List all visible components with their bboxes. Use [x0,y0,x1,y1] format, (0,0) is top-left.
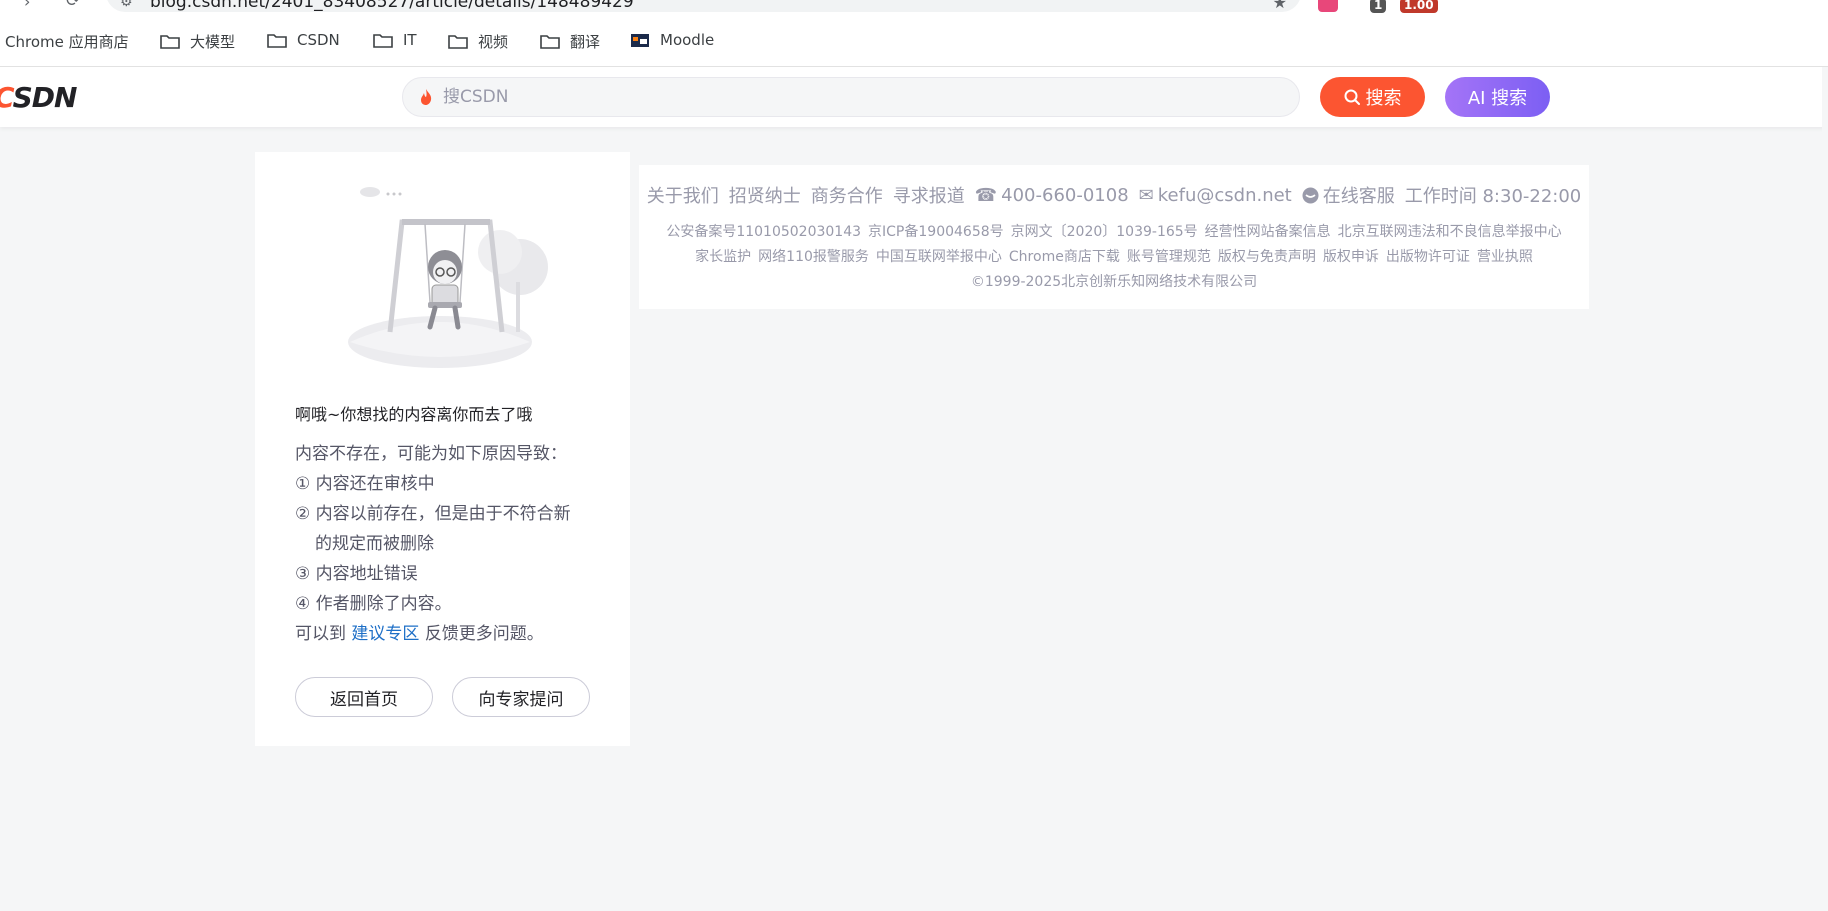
footer-contact-row: 关于我们 招贤纳士 商务合作 寻求报道 ☎ 400-660-0108 ✉ kef… [639,182,1589,208]
url-text[interactable]: blog.csdn.net/2401_83408527/article/deta… [150,0,634,12]
extension-badge[interactable]: 1.00 [1400,0,1438,13]
footer-link[interactable]: 营业执照 [1477,246,1533,266]
bookmark-label: CSDN [297,31,340,49]
feedback-prefix: 可以到 [295,624,346,644]
footer-links-row: 家长监护 网络110报警服务 中国互联网举报中心 Chrome商店下载 账号管理… [639,246,1589,266]
copyright: ©1999-2025北京创新乐知网络技术有限公司 [970,274,1258,290]
feedback-suffix: 反馈更多问题。 [424,624,544,644]
site-header: CSDN 搜索 AI 搜索 [0,67,1828,127]
bookmarks-bar: Chrome 应用商店 大模型 CSDN IT 视频 翻译 Moodle [0,24,1828,58]
extension-icon[interactable] [1318,0,1338,12]
swing-illustration-icon [348,187,548,368]
bookmark-folder-translate[interactable]: 翻译 [540,31,600,52]
bookmark-folder-video[interactable]: 视频 [448,31,508,52]
folder-icon [448,35,468,49]
site-info-icon[interactable]: ⚙ [120,0,133,10]
mail-icon: ✉ [1138,184,1154,206]
bookmark-label: Chrome 应用商店 [5,33,129,51]
footer-link-press[interactable]: 寻求报道 [893,182,965,208]
error-title: 啊哦~你想找的内容离你而去了哦 [295,405,533,424]
footer-link[interactable]: Chrome商店下载 [1009,246,1120,266]
reload-icon[interactable]: ⟳ [66,0,80,11]
suggestion-zone-link[interactable]: 建议专区 [351,624,419,644]
footer-link[interactable]: 版权申诉 [1323,246,1379,266]
chat-icon [1302,187,1319,203]
flame-icon [421,89,432,105]
footer-link-jobs[interactable]: 招贤纳士 [729,182,801,208]
footer-panel: 关于我们 招贤纳士 商务合作 寻求报道 ☎ 400-660-0108 ✉ kef… [639,165,1589,309]
folder-icon [373,33,393,48]
bookmark-label: 视频 [478,33,509,51]
folder-icon [540,35,560,49]
csdn-logo[interactable]: CSDN [0,81,77,114]
footer-license-link[interactable]: 京ICP备19004658号 [868,221,1004,241]
email-address[interactable]: kefu@csdn.net [1158,185,1292,206]
search-button[interactable]: 搜索 [1320,77,1425,117]
footer-copyright-row: ©1999-2025北京创新乐知网络技术有限公司 [639,271,1589,291]
footer-link[interactable]: 出版物许可证 [1386,246,1470,266]
ask-expert-button[interactable]: 向专家提问 [452,677,590,717]
footer-link[interactable]: 家长监护 [695,246,751,266]
footer-online-service[interactable]: 在线客服 [1302,182,1395,208]
folder-icon [267,33,287,48]
work-hours: 工作时间 8:30-22:00 [1404,186,1582,207]
footer-link-business[interactable]: 商务合作 [811,182,883,208]
bookmark-chrome-store[interactable]: Chrome 应用商店 [5,31,129,52]
footer-phone: ☎ 400-660-0108 [975,185,1129,206]
footer-license-link[interactable]: 公安备案号11010502030143 [666,221,861,241]
bookmark-folder-llm[interactable]: 大模型 [160,31,235,52]
online-service-label[interactable]: 在线客服 [1323,182,1395,208]
footer-license-link[interactable]: 经营性网站备案信息 [1205,221,1331,241]
phone-icon: ☎ [974,184,998,206]
search-box[interactable] [402,77,1300,117]
feedback-line: 可以到 建议专区 反馈更多问题。 [295,619,595,649]
reasons-intro: 内容不存在，可能为如下原因导致： [295,444,567,464]
search-icon [1344,89,1360,105]
folder-icon [160,35,180,49]
footer-email[interactable]: ✉ kefu@csdn.net [1139,185,1292,206]
footer-license-row: 公安备案号11010502030143 京ICP备19004658号 京网文〔2… [639,221,1589,241]
scrollbar-track[interactable] [1822,67,1828,911]
reason-item: ② 内容以前存在，但是由于不符合新 [295,504,571,524]
reasons-list: 内容不存在，可能为如下原因导致： ① 内容还在审核中 ② 内容以前存在，但是由于… [295,439,595,649]
footer-link[interactable]: 账号管理规范 [1127,246,1211,266]
address-bar-row: › ⟳ ⚙ blog.csdn.net/2401_83408527/articl… [0,0,1828,14]
footer-link[interactable]: 中国互联网举报中心 [876,246,1002,266]
bookmark-star-icon[interactable]: ★ [1273,0,1287,12]
bookmark-folder-csdn[interactable]: CSDN [267,31,340,49]
browser-chrome: › ⟳ ⚙ blog.csdn.net/2401_83408527/articl… [0,0,1828,67]
reason-item: ③ 内容地址错误 [295,564,418,584]
bookmark-label: Moodle [660,31,715,49]
search-input[interactable] [443,84,1283,110]
footer-license-link[interactable]: 北京互联网违法和不良信息举报中心 [1338,221,1562,241]
omnibox[interactable]: ⚙ blog.csdn.net/2401_83408527/article/de… [106,0,1301,12]
reason-item: ① 内容还在审核中 [295,474,435,494]
bookmark-label: IT [403,31,417,49]
footer-link-about[interactable]: 关于我们 [647,182,719,208]
not-found-card: 啊哦~你想找的内容离你而去了哦 内容不存在，可能为如下原因导致： ① 内容还在审… [255,152,630,746]
back-home-button[interactable]: 返回首页 [295,677,433,717]
extension-badge[interactable]: 1 [1370,0,1387,13]
bookmark-moodle[interactable]: Moodle [630,31,714,49]
back-arrow-icon[interactable]: › [24,0,30,11]
reason-item-continued: 的规定而被删除 [315,534,434,554]
bookmark-folder-it[interactable]: IT [373,31,417,49]
footer-link[interactable]: 版权与免责声明 [1218,246,1316,266]
search-button-label: 搜索 [1365,88,1402,109]
bookmark-label: 翻译 [570,33,601,51]
reason-item: ④ 作者删除了内容。 [295,594,452,614]
ai-search-button[interactable]: AI 搜索 [1445,77,1550,117]
moodle-icon [631,33,649,47]
footer-link[interactable]: 网络110报警服务 [758,246,869,266]
footer-license-link[interactable]: 京网文〔2020〕1039-165号 [1011,221,1198,241]
bookmark-label: 大模型 [190,33,236,51]
ai-search-button-label: AI 搜索 [1467,88,1528,109]
phone-number: 400-660-0108 [1001,184,1129,206]
